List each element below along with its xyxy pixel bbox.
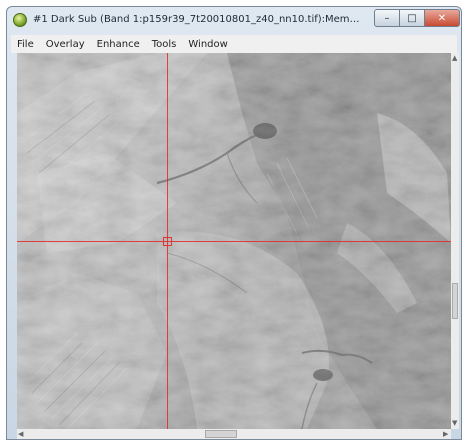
vertical-scroll-thumb[interactable] bbox=[452, 283, 458, 319]
crosshair-center-marker[interactable] bbox=[163, 237, 172, 246]
menu-overlay[interactable]: Overlay bbox=[40, 39, 91, 50]
menu-enhance[interactable]: Enhance bbox=[91, 39, 146, 50]
window-title: #1 Dark Sub (Band 1:p159r39_7t20010801_z… bbox=[33, 14, 363, 25]
scroll-down-icon[interactable]: ▼ bbox=[452, 419, 457, 427]
close-button[interactable]: ✕ bbox=[424, 9, 460, 27]
satellite-image-canvas[interactable] bbox=[17, 53, 451, 429]
image-window: #1 Dark Sub (Band 1:p159r39_7t20010801_z… bbox=[6, 6, 462, 440]
menu-bar: File Overlay Enhance Tools Window bbox=[11, 35, 457, 53]
maximize-button[interactable]: □ bbox=[399, 9, 425, 27]
app-globe-icon[interactable] bbox=[13, 13, 27, 27]
scroll-right-icon[interactable]: ▶ bbox=[443, 430, 448, 438]
maximize-icon: □ bbox=[407, 12, 417, 24]
scroll-left-icon[interactable]: ◀ bbox=[18, 430, 23, 438]
title-bar[interactable]: #1 Dark Sub (Band 1:p159r39_7t20010801_z… bbox=[7, 7, 461, 35]
minimize-icon: – bbox=[384, 12, 390, 24]
scroll-up-icon[interactable]: ▲ bbox=[452, 54, 457, 62]
horizontal-scroll-thumb[interactable] bbox=[205, 430, 237, 438]
close-icon: ✕ bbox=[437, 12, 447, 24]
minimize-button[interactable]: – bbox=[374, 9, 400, 27]
menu-file[interactable]: File bbox=[11, 39, 40, 50]
horizontal-scrollbar[interactable]: ◀ ▶ bbox=[17, 429, 451, 439]
crosshair-horizontal-line bbox=[17, 241, 451, 242]
menu-tools[interactable]: Tools bbox=[146, 39, 183, 50]
vertical-scrollbar[interactable]: ▲ ▼ bbox=[451, 53, 459, 429]
menu-window[interactable]: Window bbox=[182, 39, 233, 50]
